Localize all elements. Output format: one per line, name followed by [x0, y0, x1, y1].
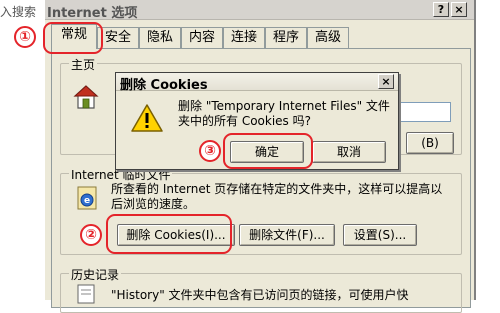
popup-title: 删除 Cookies — [120, 78, 208, 93]
tab-privacy[interactable]: 隐私 — [139, 27, 181, 48]
tab-security[interactable]: 安全 — [97, 27, 139, 48]
step-1-marker: ① — [14, 26, 36, 48]
internet-files-icon: e — [77, 186, 97, 210]
use-blank-button[interactable]: (B) — [406, 132, 454, 154]
step-3-marker: ③ — [199, 140, 221, 162]
history-icon — [77, 284, 95, 304]
popup-close-button[interactable]: × — [378, 74, 394, 89]
tab-programs[interactable]: 程序 — [265, 27, 307, 48]
popup-titlebar: 删除 Cookies × — [116, 73, 398, 93]
settings-button[interactable]: 设置(S)... — [343, 224, 417, 246]
delete-files-button[interactable]: 删除文件(F)... — [239, 224, 335, 246]
help-button[interactable]: ? — [433, 2, 449, 17]
dialog-titlebar: Internet 选项 ? × — [45, 0, 474, 21]
temp-files-description: 所查看的 Internet 页存储在特定的文件夹中，这样可以提高以后浏览的速度。 — [111, 182, 443, 211]
tab-content[interactable]: 内容 — [181, 27, 223, 48]
step-2-marker: ② — [80, 224, 102, 246]
highlight-general-tab — [43, 22, 103, 54]
dialog-title: Internet 选项 — [47, 6, 138, 21]
highlight-ok-button — [223, 133, 313, 169]
warning-icon — [131, 104, 163, 132]
svg-text:e: e — [84, 196, 90, 206]
highlight-delete-cookies — [106, 214, 232, 254]
close-button[interactable]: × — [451, 2, 467, 17]
cancel-button[interactable]: 取消 — [312, 141, 386, 163]
tab-advanced[interactable]: 高级 — [307, 27, 349, 48]
history-group-label: 历史记录 — [69, 266, 122, 283]
popup-message: 删除 "Temporary Internet Files" 文件夹中的所有 Co… — [178, 99, 390, 128]
history-group: 历史记录 "History" 文件夹中包含有已访问页的链接，可使用户快 — [60, 266, 462, 313]
tab-connections[interactable]: 连接 — [223, 27, 265, 48]
history-description: "History" 文件夹中包含有已访问页的链接，可使用户快 — [111, 288, 409, 302]
homepage-group-label: 主页 — [69, 56, 98, 73]
home-icon — [73, 85, 99, 109]
background-search-text: 入搜索 — [0, 5, 37, 19]
